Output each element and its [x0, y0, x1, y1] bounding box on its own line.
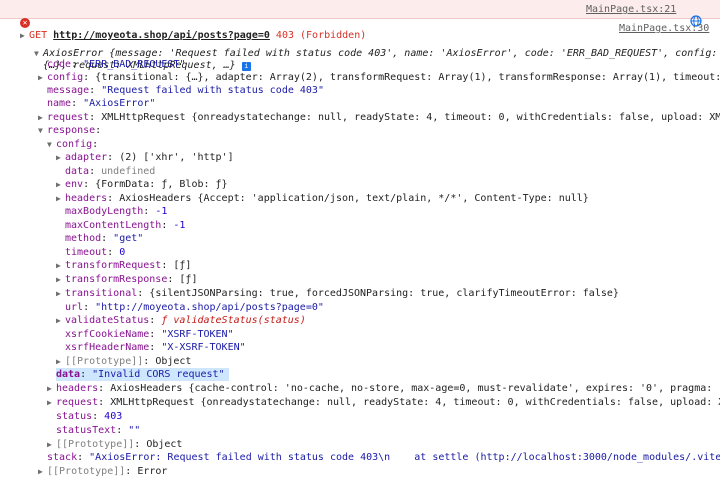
prop-response[interactable]: ▼ response: — [38, 124, 101, 137]
resp-prototype[interactable]: ▶ [[Prototype]]: Object — [47, 438, 182, 451]
info-icon[interactable]: i — [241, 62, 251, 71]
prop-message: message: "Request failed with status cod… — [47, 85, 324, 96]
cfg-xsrfCookieName: xsrfCookieName: "XSRF-TOKEN" — [65, 329, 234, 340]
expand-triangle-icon: ▶ — [38, 73, 43, 82]
cfg-env[interactable]: ▶ env: {FormData: ƒ, Blob: ƒ} — [56, 178, 228, 191]
source-link-1[interactable]: MainPage.tsx:21 — [586, 3, 676, 16]
cfg-transformRequest[interactable]: ▶ transformRequest: [ƒ] — [56, 259, 191, 272]
cfg-adapter[interactable]: ▶ adapter: (2) ['xhr', 'http'] — [56, 151, 234, 164]
error-prototype[interactable]: ▶ [[Prototype]]: Error — [38, 465, 167, 478]
cfg-data: data: undefined — [65, 166, 156, 177]
expand-triangle-icon: ▶ — [38, 113, 43, 122]
collapse-triangle-icon: ▼ — [47, 140, 52, 149]
cfg-prototype[interactable]: ▶ [[Prototype]]: Object — [56, 355, 191, 368]
cfg-maxContentLength: maxContentLength: -1 — [65, 220, 186, 231]
prop-stack: stack: "AxiosError: Request failed with … — [47, 452, 720, 463]
cfg-transformResponse[interactable]: ▶ transformResponse: [ƒ] — [56, 273, 197, 286]
cfg-transitional[interactable]: ▶ transitional: {silentJSONParsing: true,… — [56, 287, 619, 300]
prop-name: name: "AxiosError" — [47, 98, 156, 109]
resp-status: status: 403 — [56, 411, 123, 422]
cfg-timeout: timeout: 0 — [65, 247, 126, 258]
cfg-maxBodyLength: maxBodyLength: -1 — [65, 206, 168, 217]
resp-headers[interactable]: ▶ headers: AxiosHeaders {cache-control: '… — [47, 382, 720, 395]
cfg-xsrfHeaderName: xsrfHeaderName: "X-XSRF-TOKEN" — [65, 342, 246, 353]
response-config[interactable]: ▼ config: — [47, 138, 98, 151]
prop-config[interactable]: ▶ config: {transitional: {…}, adapter: Ar… — [38, 71, 720, 84]
resp-data: data: "Invalid CORS request" — [56, 368, 229, 381]
cfg-validateStatus[interactable]: ▶ validateStatus: ƒ validateStatus(status… — [56, 314, 306, 327]
resp-request[interactable]: ▶ request: XMLHttpRequest {onreadystatech… — [47, 396, 720, 409]
error-icon: ✕ — [20, 18, 31, 28]
resp-statusText: statusText: "" — [56, 425, 141, 436]
prop-request[interactable]: ▶ request: XMLHttpRequest {onreadystatech… — [38, 111, 720, 124]
prop-code: code: "ERR_BAD_REQUEST" — [47, 59, 186, 70]
cfg-headers[interactable]: ▶ headers: AxiosHeaders {Accept: 'applica… — [56, 192, 589, 205]
cfg-url: url: "http://moyeota.shop/api/posts?page… — [65, 302, 324, 313]
collapse-triangle-icon: ▼ — [38, 126, 43, 135]
cfg-method: method: "get" — [65, 233, 144, 244]
globe-icon[interactable] — [678, 2, 702, 27]
network-error-line: ✕ ▶ GET http://moyeota.shop/api/posts?pag… — [8, 3, 366, 41]
